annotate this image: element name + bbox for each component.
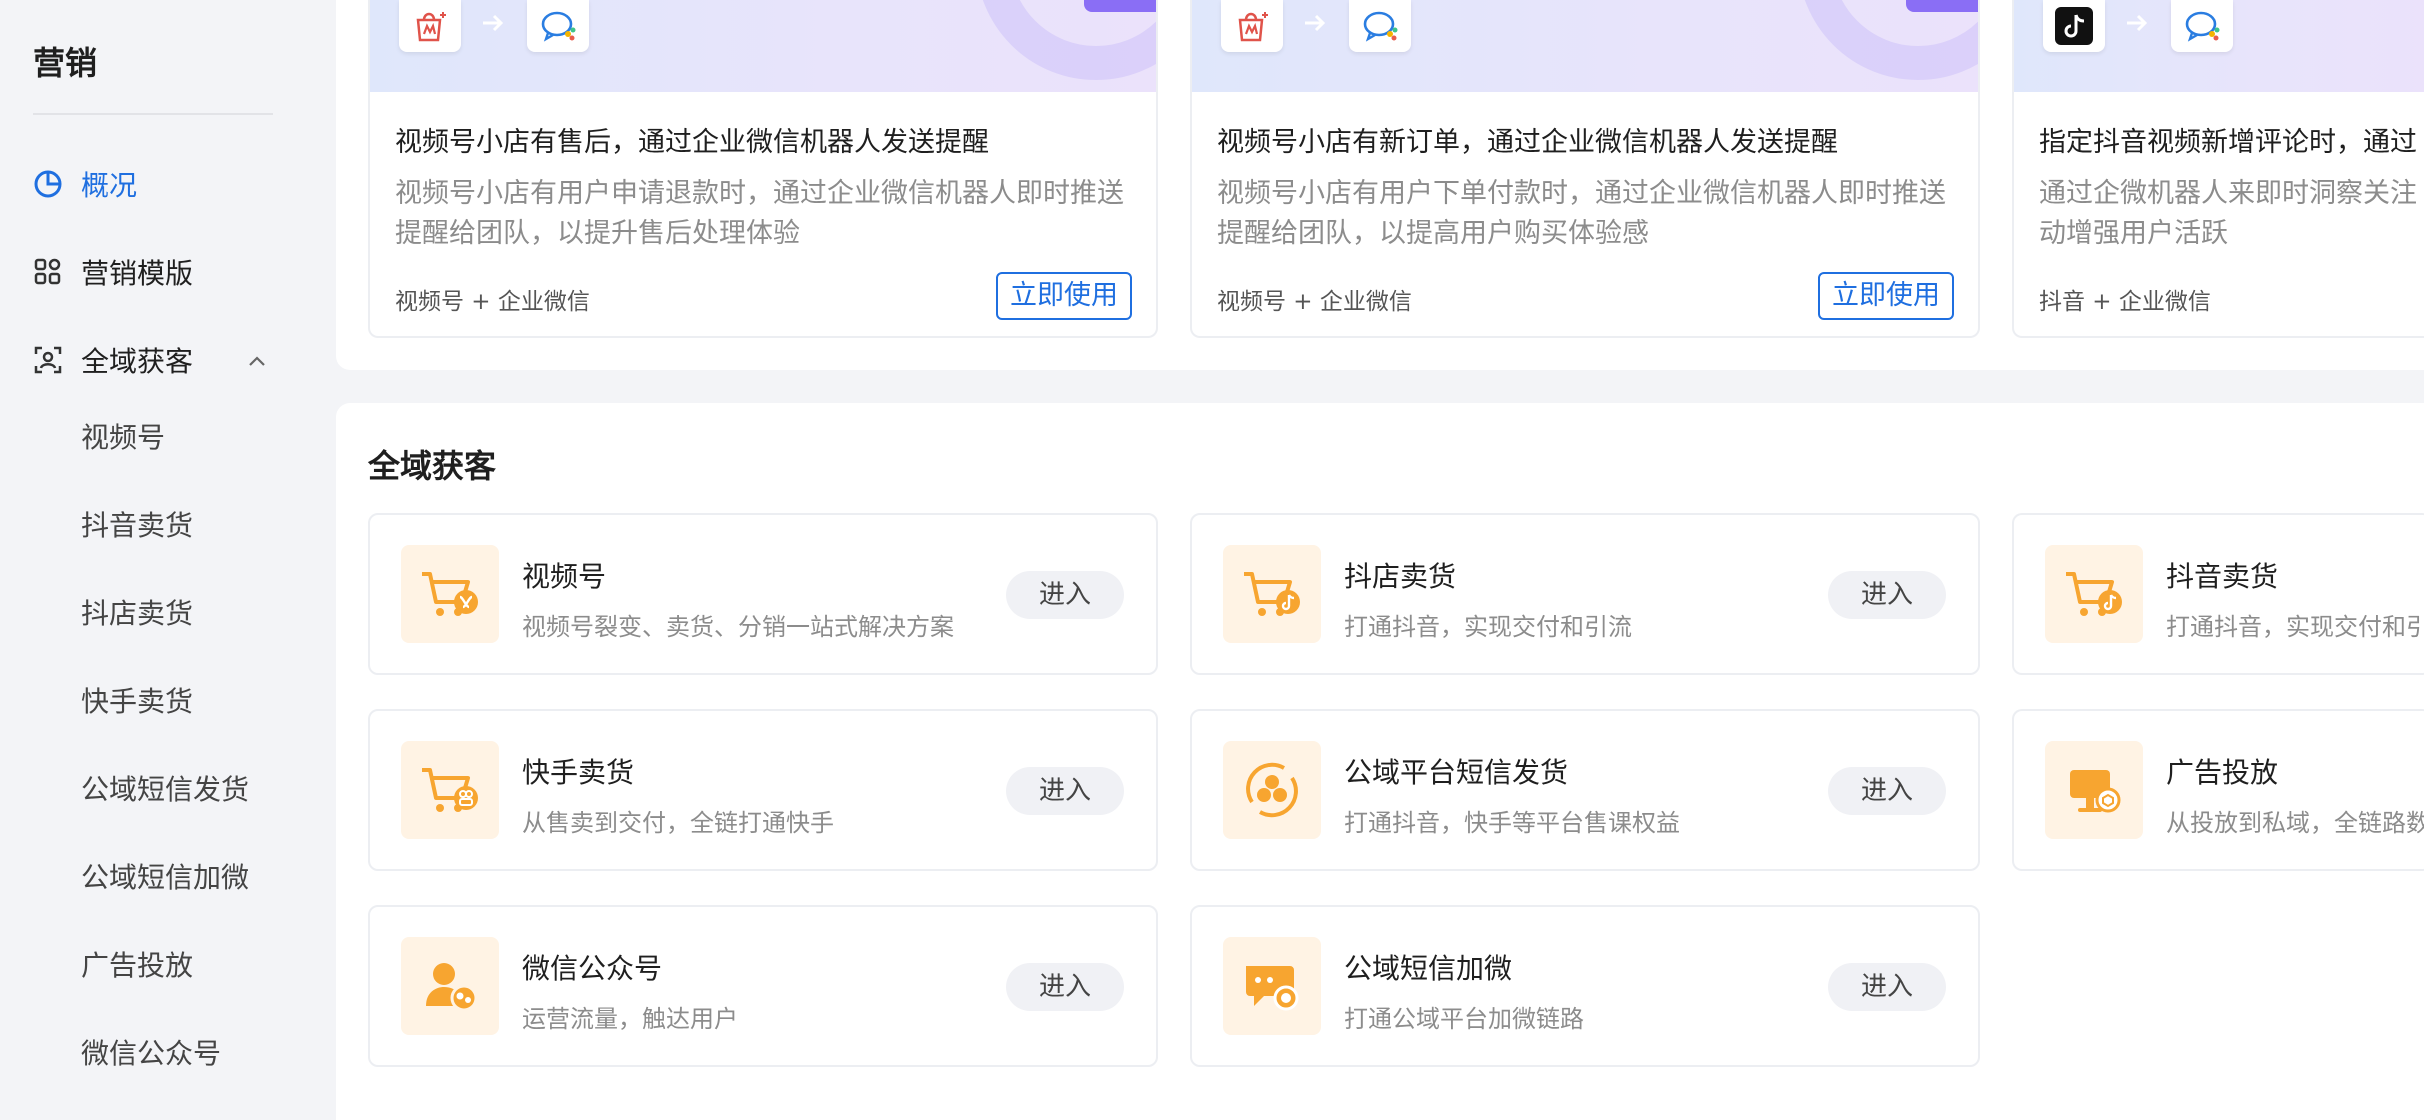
sidebar-subitem-douyin-sell[interactable]: 抖音卖货 <box>81 499 193 549</box>
template-description: 通过企微机器人来即时洞察关注动增强用户活跃 <box>2039 178 2417 249</box>
template-banner <box>370 0 1156 92</box>
sidebar-item-label: 营销模版 <box>81 257 194 290</box>
sidebar-title: 营销 <box>33 44 98 82</box>
entry-description: 视频号裂变、卖货、分销一站式解决方案 <box>522 613 954 641</box>
entry-name: 抖店卖货 <box>1344 560 1457 593</box>
entry-name: 快手卖货 <box>522 756 635 789</box>
sidebar-item-label: 全域获客 <box>81 345 194 378</box>
shop-bag-icon <box>1221 0 1283 52</box>
entry-name: 广告投放 <box>2166 756 2279 789</box>
template-source: 视频号 + 企业微信 <box>1217 289 1412 315</box>
cart-douyin-icon <box>1223 545 1321 643</box>
entry-card-sms-wechat[interactable]: 公域短信加微 打通公域平台加微链路 进入 <box>1190 905 1980 1067</box>
sidebar-item-templates[interactable]: 营销模版 <box>33 247 193 297</box>
enter-button[interactable]: 进入 <box>1006 571 1124 619</box>
sidebar-subitem-ads[interactable]: 广告投放 <box>81 939 193 989</box>
section-title: 全域获客 <box>368 447 497 485</box>
chevron-up-icon[interactable] <box>245 348 269 372</box>
sidebar: 营销 概况 营销模版 全域获客 视频号 抖音卖货 抖店卖货 快手卖货 公域短信发… <box>0 0 336 1120</box>
sidebar-subitem-kuaishou-sell[interactable]: 快手卖货 <box>81 675 193 725</box>
ad-icon <box>2045 741 2143 839</box>
cart-kuaishou-icon <box>401 741 499 839</box>
sidebar-subitem-sms-wechat[interactable]: 公域短信加微 <box>81 851 249 901</box>
sidebar-subitem-channels[interactable]: 视频号 <box>81 411 165 461</box>
wecom-chat-icon <box>2171 0 2233 52</box>
wecom-chat-icon <box>527 0 589 52</box>
template-description: 视频号小店有用户下单付款时，通过企业微信机器人即时推送提醒给团队，以提高用户购买… <box>1217 178 1946 249</box>
wecom-chat-icon <box>1349 0 1411 52</box>
entry-name: 抖音卖货 <box>2166 560 2279 593</box>
template-card[interactable]: 视频号小店有新订单，通过企业微信机器人发送提醒 视频号小店有用户下单付款时，通过… <box>1190 0 1980 338</box>
sidebar-subitem-sms-delivery[interactable]: 公域短信发货 <box>81 763 249 813</box>
enter-button[interactable]: 进入 <box>1828 767 1946 815</box>
use-now-button[interactable]: 立即使用 <box>996 272 1132 320</box>
template-card[interactable]: 视频号小店有售后，通过企业微信机器人发送提醒 视频号小店有用户申请退款时，通过企… <box>368 0 1158 338</box>
shop-bag-icon <box>399 0 461 52</box>
apps-icon <box>33 257 63 287</box>
template-source: 视频号 + 企业微信 <box>395 289 590 315</box>
sidebar-subitem-wechat-official[interactable]: 微信公众号 <box>81 1027 221 1077</box>
template-description: 视频号小店有用户申请退款时，通过企业微信机器人即时推送提醒给团队，以提升售后处理… <box>395 178 1124 249</box>
tiktok-icon <box>2043 0 2105 52</box>
sidebar-item-acquisition[interactable]: 全域获客 <box>33 335 278 385</box>
pie-chart-icon <box>33 169 63 199</box>
entry-description: 从投放到私域，全链路数 <box>2166 809 2424 837</box>
sidebar-item-label: 概况 <box>81 169 138 202</box>
entry-name: 公域平台短信发货 <box>1344 756 1569 789</box>
cart-channels-icon <box>401 545 499 643</box>
template-card[interactable]: 指定抖音视频新增评论时，通过 通过企微机器人来即时洞察关注动增强用户活跃 抖音 … <box>2012 0 2424 338</box>
arrow-right-icon <box>2127 14 2148 32</box>
entry-card-wechat-official[interactable]: 微信公众号 运营流量，触达用户 进入 <box>368 905 1158 1067</box>
sidebar-item-overview[interactable]: 概况 <box>33 159 137 209</box>
entry-card-doudian[interactable]: 抖店卖货 打通抖音，实现交付和引流 进入 <box>1190 513 1980 675</box>
enter-button[interactable]: 进入 <box>1006 963 1124 1011</box>
sms-chat-icon <box>1223 937 1321 1035</box>
entry-description: 从售卖到交付，全链打通快手 <box>522 809 834 837</box>
wechat-official-icon <box>401 937 499 1035</box>
entry-description: 打通抖音，实现交付和引流 <box>1344 613 1632 641</box>
platform-sms-icon <box>1223 741 1321 839</box>
entry-name: 视频号 <box>522 560 607 593</box>
enter-button[interactable]: 进入 <box>1828 571 1946 619</box>
sidebar-subitem-doudian-sell[interactable]: 抖店卖货 <box>81 587 193 637</box>
cart-douyin-icon <box>2045 545 2143 643</box>
template-source: 抖音 + 企业微信 <box>2039 289 2211 315</box>
entry-description: 打通抖音，快手等平台售课权益 <box>1344 809 1680 837</box>
arrow-right-icon <box>1305 14 1326 32</box>
template-title: 视频号小店有售后，通过企业微信机器人发送提醒 <box>395 127 989 158</box>
template-title: 指定抖音视频新增评论时，通过 <box>2039 127 2417 158</box>
template-banner <box>1192 0 1978 92</box>
arrow-right-icon <box>483 14 504 32</box>
entry-card-douyin[interactable]: 抖音卖货 打通抖音，实现交付和引 <box>2012 513 2424 675</box>
template-title: 视频号小店有新订单，通过企业微信机器人发送提醒 <box>1217 127 1838 158</box>
sidebar-divider <box>33 113 273 115</box>
templates-panel: 视频号小店有售后，通过企业微信机器人发送提醒 视频号小店有用户申请退款时，通过企… <box>336 0 2424 370</box>
enter-button[interactable]: 进入 <box>1006 767 1124 815</box>
entry-card-platform-sms[interactable]: 公域平台短信发货 打通抖音，快手等平台售课权益 进入 <box>1190 709 1980 871</box>
use-now-button[interactable]: 立即使用 <box>1818 272 1954 320</box>
entry-name: 微信公众号 <box>522 952 663 985</box>
template-banner <box>2014 0 2424 92</box>
entry-card-kuaishou[interactable]: 快手卖货 从售卖到交付，全链打通快手 进入 <box>368 709 1158 871</box>
entry-description: 打通公域平台加微链路 <box>1344 1005 1584 1033</box>
entry-name: 公域短信加微 <box>1344 952 1513 985</box>
entry-description: 打通抖音，实现交付和引 <box>2166 613 2424 641</box>
entry-description: 运营流量，触达用户 <box>522 1005 738 1033</box>
user-scan-icon <box>33 345 63 375</box>
entry-card-ads[interactable]: 广告投放 从投放到私域，全链路数 <box>2012 709 2424 871</box>
entry-card-channels[interactable]: 视频号 视频号裂变、卖货、分销一站式解决方案 进入 <box>368 513 1158 675</box>
enter-button[interactable]: 进入 <box>1828 963 1946 1011</box>
